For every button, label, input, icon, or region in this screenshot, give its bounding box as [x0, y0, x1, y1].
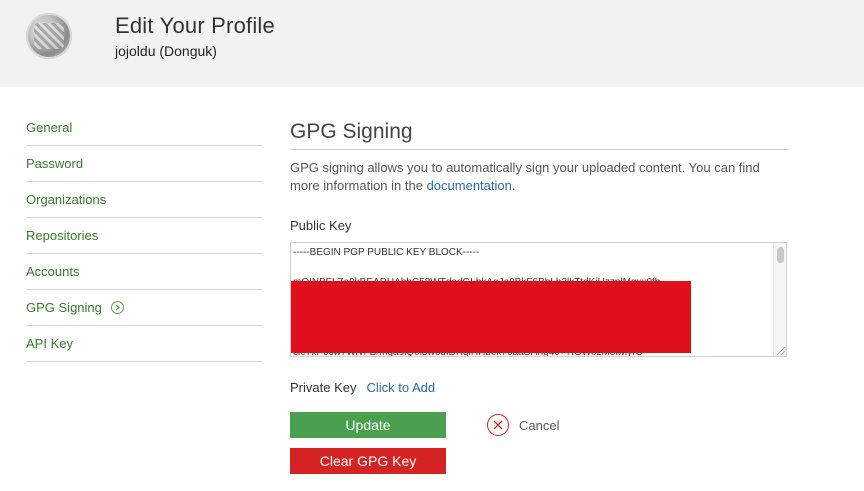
add-private-key-link[interactable]: Click to Add — [366, 380, 435, 395]
cancel-label: Cancel — [519, 417, 560, 433]
sidebar-item-accounts[interactable]: Accounts — [26, 254, 263, 290]
sidebar-item-label: API Key — [26, 336, 73, 351]
resize-grip-icon[interactable] — [777, 347, 785, 355]
sidebar-item-label: Password — [26, 156, 84, 171]
sidebar-item-general[interactable]: General — [26, 110, 263, 146]
sidebar-item-repositories[interactable]: Repositories — [26, 218, 263, 254]
private-key-row: Private Key Click to Add — [290, 380, 790, 395]
private-key-label: Private Key — [290, 380, 357, 395]
sidebar-item-label: Accounts — [26, 264, 80, 279]
sidebar-item-organizations[interactable]: Organizations — [26, 182, 263, 218]
sidebar-item-label: GPG Signing — [26, 300, 102, 315]
gpg-signing-panel: GPG Signing GPG signing allows you to au… — [290, 110, 790, 474]
chevron-right-icon — [110, 301, 124, 314]
public-key-textarea[interactable]: -----BEGIN PGP PUBLIC KEY BLOCK----- mQI… — [290, 242, 787, 357]
profile-header: Edit Your Profile jojoldu (Donguk) — [0, 0, 864, 87]
textarea-scrollbar[interactable] — [773, 243, 786, 356]
description-text: GPG signing allows you to automatically … — [290, 160, 760, 193]
sidebar-item-password[interactable]: Password — [26, 146, 263, 182]
description: GPG signing allows you to automatically … — [290, 159, 780, 195]
avatar — [26, 13, 72, 59]
cancel-button[interactable]: Cancel — [487, 414, 559, 436]
clear-gpg-key-button[interactable]: Clear GPG Key — [290, 448, 446, 474]
scrollbar-thumb[interactable] — [777, 247, 784, 263]
documentation-link[interactable]: documentation — [427, 178, 512, 193]
public-key-label: Public Key — [290, 218, 352, 233]
sidebar-item-label: Repositories — [26, 228, 99, 243]
username: jojoldu (Donguk) — [115, 43, 217, 59]
close-icon — [487, 414, 509, 436]
sidebar-item-label: General — [26, 120, 73, 135]
sidebar-item-label: Organizations — [26, 192, 107, 207]
section-title: GPG Signing — [290, 120, 789, 150]
public-key-line: -----BEGIN PGP PUBLIC KEY BLOCK----- — [293, 247, 480, 258]
page-title: Edit Your Profile — [115, 13, 275, 38]
sidebar-item-gpg-signing[interactable]: GPG Signing — [26, 290, 263, 326]
redaction-overlay — [291, 281, 691, 353]
settings-sidebar: General Password Organizations Repositor… — [26, 110, 263, 362]
description-end: . — [511, 178, 516, 193]
update-button[interactable]: Update — [290, 412, 446, 438]
sidebar-item-api-key[interactable]: API Key — [26, 326, 263, 362]
